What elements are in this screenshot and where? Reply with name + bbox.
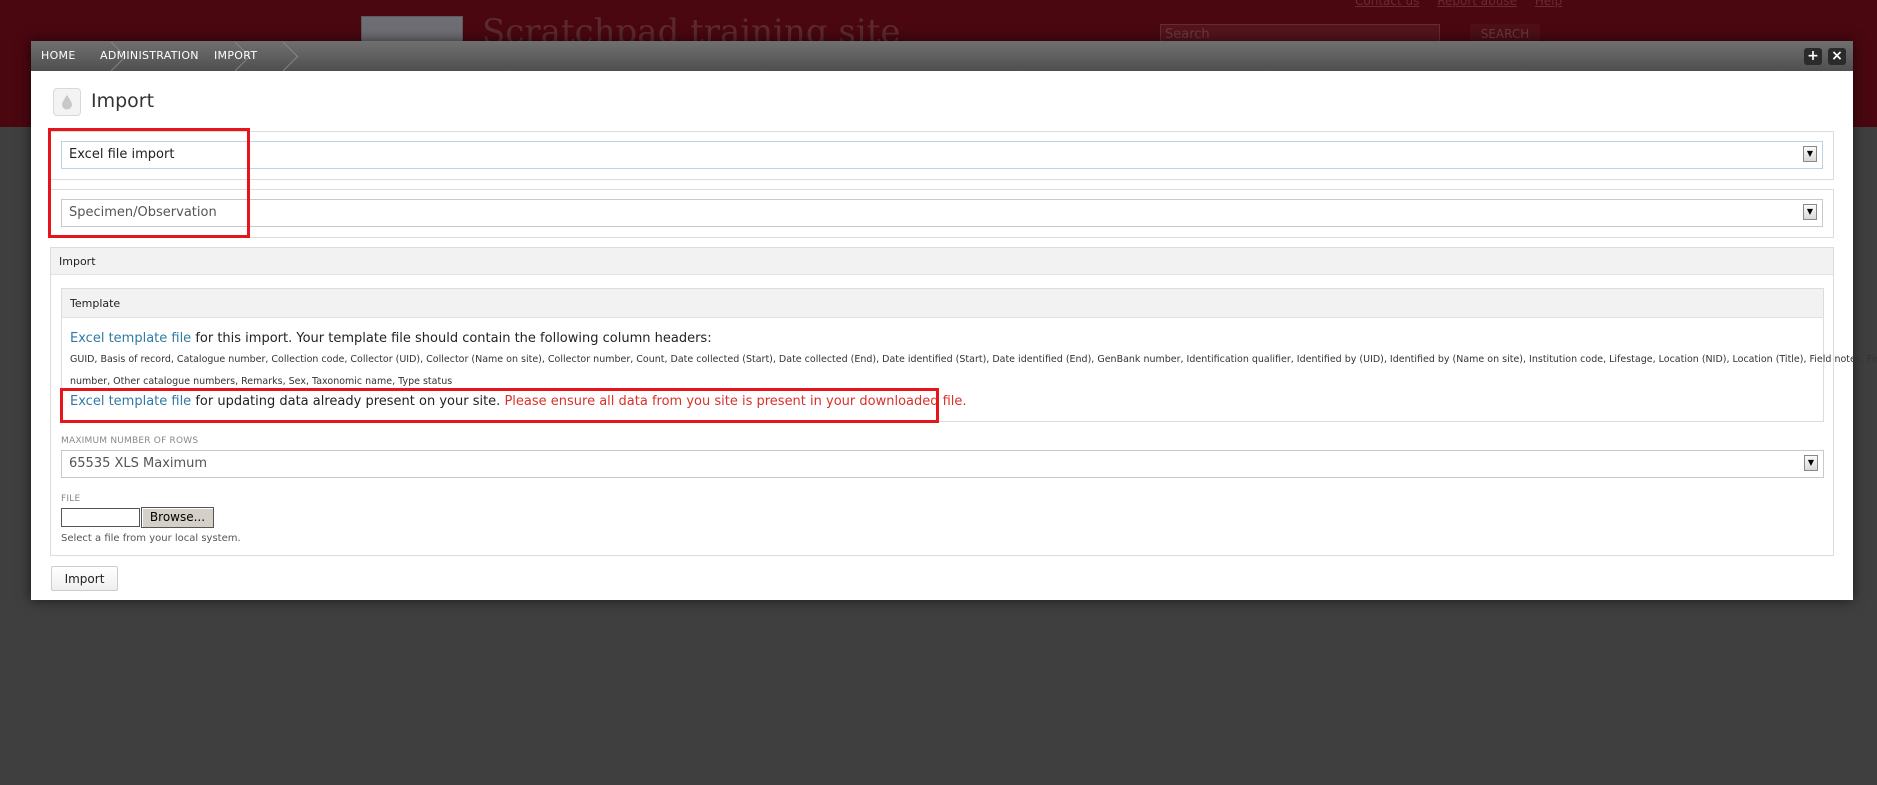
import-type-fieldset: Excel file import ▼ [50,131,1834,180]
breadcrumb-home[interactable]: HOME [41,41,76,71]
max-rows-value: 65535 XLS Maximum [69,456,208,471]
file-input[interactable] [61,508,140,527]
template-fieldset: Template Excel template file for this im… [61,288,1877,422]
import-legend: Import [51,248,1833,275]
update-template-text: for updating data already present on you… [191,394,505,409]
breadcrumb-administration[interactable]: ADMINISTRATION [100,41,199,71]
import-fieldset: Import Template Excel template file for … [50,247,1877,556]
content-type-fieldset: Specimen/Observation ▼ [50,189,1834,238]
excel-template-link[interactable]: Excel template file [70,331,191,346]
max-rows-label: MAXIMUM NUMBER OF ROWS [61,436,199,446]
drop-icon [53,88,81,116]
chevron-down-icon[interactable]: ▼ [1804,455,1818,471]
update-warning: Please ensure all data from you site is … [504,394,967,409]
close-icon[interactable]: × [1828,48,1846,65]
max-rows-select[interactable]: 65535 XLS Maximum ▼ [61,450,1824,478]
breadcrumb-import[interactable]: IMPORT [214,41,257,71]
template-columns-line1: GUID, Basis of record, Catalogue number,… [70,354,1877,365]
import-type-value: Excel file import [69,147,175,162]
import-type-select[interactable]: Excel file import ▼ [61,141,1823,169]
content-type-select[interactable]: Specimen/Observation ▼ [61,199,1823,227]
contact-us-link[interactable]: Contact us [1355,0,1419,8]
chevron-down-icon[interactable]: ▼ [1803,204,1817,220]
overlay-toolbar: HOME ADMINISTRATION IMPORT + × [31,41,1853,71]
import-button[interactable]: Import [51,566,118,591]
template-columns-line2: number, Other catalogue numbers, Remarks… [70,376,453,387]
content-type-value: Specimen/Observation [69,205,217,220]
browse-button[interactable]: Browse... [141,507,214,528]
page-title: Import [91,90,155,112]
breadcrumb-separator [278,41,292,71]
update-template-description: Excel template file for updating data al… [70,394,967,409]
report-abuse-link[interactable]: Report abuse [1437,0,1517,8]
chevron-down-icon[interactable]: ▼ [1803,146,1817,162]
update-template-link[interactable]: Excel template file [70,394,191,409]
template-description-text: for this import. Your template file shou… [191,331,712,346]
file-description: Select a file from your local system. [61,533,241,544]
overlay-dialog: HOME ADMINISTRATION IMPORT + × Import Ex… [31,41,1877,600]
file-label: FILE [61,494,81,504]
template-description: Excel template file for this import. You… [70,331,712,346]
site-links: Contact us Report abuse Help [1355,0,1576,8]
expand-icon[interactable]: + [1804,48,1822,65]
template-legend: Template [62,289,1823,318]
help-link[interactable]: Help [1535,0,1562,8]
